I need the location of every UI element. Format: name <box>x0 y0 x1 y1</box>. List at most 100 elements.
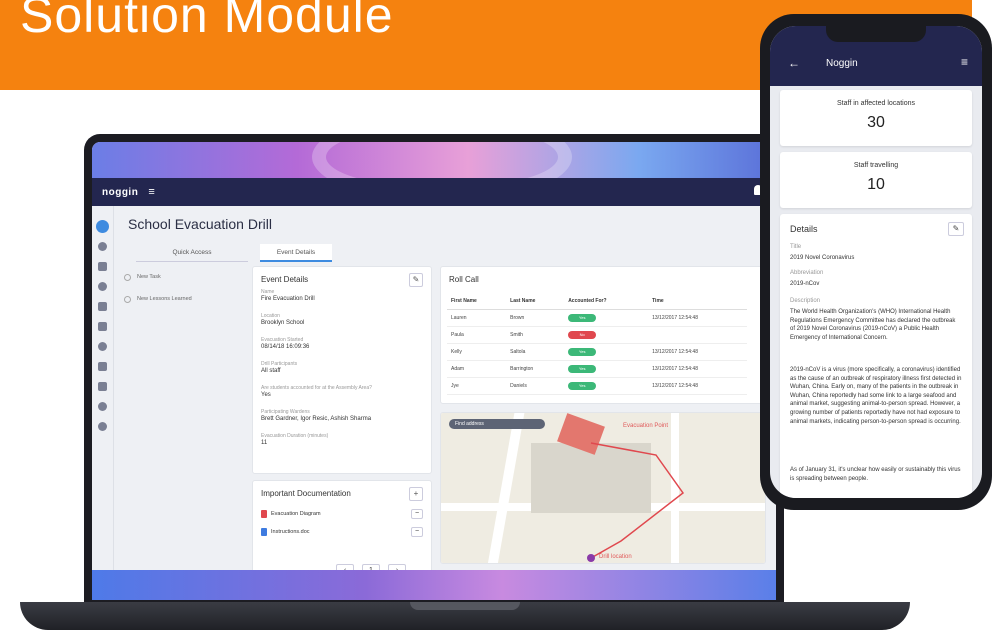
status-badge[interactable]: Yes <box>568 364 597 373</box>
remove-icon[interactable]: − <box>411 509 423 519</box>
hero-banner <box>92 142 776 202</box>
list-item[interactable]: New Lessons Learned <box>124 288 248 310</box>
doc-file-icon <box>261 528 267 536</box>
time: 13/12/2017 12:54:48 <box>648 377 747 395</box>
evacuation-point-label: Evacuation Point <box>623 423 669 429</box>
quick-access-label: New Task <box>137 274 161 280</box>
field-value: 08/14/18 16:09:36 <box>261 344 310 350</box>
main-content: School Evacuation Drill Quick Access Eve… <box>114 206 776 586</box>
remove-icon[interactable]: − <box>411 527 423 537</box>
field-label: Description <box>790 298 821 304</box>
field: Are students accounted for at the Assemb… <box>261 385 421 398</box>
hamburger-menu-icon[interactable]: ≡ <box>961 55 968 69</box>
field: Location Brooklyn School <box>261 313 421 326</box>
back-arrow-icon[interactable]: ← <box>788 56 800 70</box>
add-icon[interactable]: + <box>409 487 423 501</box>
document-row[interactable]: Instructions.doc <box>261 525 431 539</box>
edit-pencil-icon[interactable]: ✎ <box>409 273 423 287</box>
table-row[interactable]: Kelly Saltola Yes 13/12/2017 12:54:48 <box>447 343 747 361</box>
column-header[interactable]: Time <box>648 293 747 310</box>
card-title: Details <box>790 224 818 234</box>
page-title: School Evacuation Drill <box>128 216 272 232</box>
pdf-file-icon <box>261 510 267 518</box>
description-paragraph: 2019-nCoV is a virus (more specifically,… <box>790 367 962 425</box>
field: Drill Participants All staff <box>261 361 421 374</box>
phone-notch <box>826 26 926 42</box>
map-view[interactable]: Find address Evacuation Point Drill loca… <box>441 413 765 563</box>
clock-icon[interactable] <box>98 242 107 251</box>
time: 13/12/2017 12:54:48 <box>648 309 747 327</box>
document-icon[interactable] <box>98 362 107 371</box>
time <box>648 326 747 344</box>
inbox-icon[interactable] <box>98 382 107 391</box>
field-label: Evacuation Started <box>261 337 304 343</box>
column-header[interactable]: First Name <box>447 293 507 310</box>
first-name: Adam <box>447 360 507 378</box>
list-item[interactable]: New Task <box>124 266 248 288</box>
field-value: 11 <box>261 440 268 446</box>
table-row[interactable]: Jye Daniels Yes 13/12/2017 12:54:48 <box>447 377 747 395</box>
find-address-input[interactable]: Find address <box>449 419 545 429</box>
status-badge[interactable]: Yes <box>568 381 597 390</box>
event-details-card: Event Details ✎ Name Fire Evacuation Dril… <box>252 266 432 474</box>
checklist-icon[interactable] <box>98 302 107 311</box>
table-row[interactable]: Lauren Brown Yes 13/12/2017 12:54:48 <box>447 309 747 327</box>
description-paragraph: As of January 31, it's unclear how easil… <box>790 467 961 482</box>
laptop-notch <box>410 602 520 610</box>
first-name: Paula <box>447 326 507 344</box>
globe-icon[interactable] <box>98 282 107 291</box>
field-value: Fire Evacuation Drill <box>261 296 315 302</box>
hamburger-menu-icon[interactable]: ≡ <box>148 186 154 198</box>
last-name: Smith <box>506 326 565 344</box>
gear-icon[interactable] <box>98 422 107 431</box>
field-value: 2019-nCov <box>790 281 820 287</box>
quick-access-list: New Task New Lessons Learned <box>124 266 248 310</box>
table-row[interactable]: Paula Smith No <box>447 326 747 344</box>
field-label: Participating Wardens <box>261 409 310 415</box>
map-card[interactable]: Find address Evacuation Point Drill loca… <box>440 412 766 564</box>
field: Evacuation Started 08/14/18 16:09:36 <box>261 337 421 350</box>
first-name: Kelly <box>447 343 507 361</box>
stat-value: 10 <box>867 176 885 193</box>
table-header: First Name Last Name Accounted For? Time <box>447 293 747 310</box>
decorative-footer-band <box>92 570 776 600</box>
radio-icon <box>124 273 131 281</box>
phone-screen: ← Noggin ≡ Staff in affected locations 3… <box>770 26 982 498</box>
shield-icon[interactable] <box>98 342 107 351</box>
card-title: Event Details <box>261 275 309 284</box>
people-icon[interactable] <box>98 322 107 331</box>
last-name: Brown <box>506 309 565 327</box>
history-icon[interactable] <box>98 402 107 411</box>
phone-title: Noggin <box>826 58 858 69</box>
field-label: Are students accounted for at the Assemb… <box>261 385 372 391</box>
last-name: Daniels <box>506 377 565 395</box>
column-header[interactable]: Last Name <box>506 293 565 310</box>
tab-event-details[interactable]: Event Details <box>260 244 332 262</box>
drill-location-label: Drill location <box>599 554 632 560</box>
roll-call-card: Roll Call First Name Last Name Accounted… <box>440 266 766 404</box>
chart-icon[interactable] <box>98 262 107 271</box>
details-card: Details ✎ Title 2019 Novel Coronavirus A… <box>780 214 972 498</box>
table-row[interactable]: Adam Barrington Yes 13/12/2017 12:54:48 <box>447 360 747 378</box>
field-label: Abbreviation <box>790 270 824 276</box>
add-icon[interactable] <box>96 220 109 233</box>
noggin-logo[interactable]: noggin <box>102 187 138 198</box>
field-label: Title <box>790 244 802 250</box>
last-name: Saltola <box>506 343 565 361</box>
edit-pencil-icon[interactable]: ✎ <box>948 222 964 236</box>
banner-title: Solution Module <box>20 0 394 43</box>
time: 13/12/2017 12:54:48 <box>648 343 747 361</box>
status-badge[interactable]: Yes <box>568 313 597 322</box>
status-badge[interactable]: No <box>568 330 597 339</box>
tab-quick-access[interactable]: Quick Access <box>136 244 248 262</box>
field-value: The World Health Organization's (WHO) In… <box>790 309 956 341</box>
first-name: Lauren <box>447 309 507 327</box>
field-label: Drill Participants <box>261 361 298 367</box>
side-navigation <box>92 206 114 586</box>
field-label: Evacuation Duration (minutes) <box>261 433 329 439</box>
document-row[interactable]: Evacuation Diagram <box>261 507 431 521</box>
field-label: Name <box>261 289 275 295</box>
status-badge[interactable]: Yes <box>568 347 597 356</box>
stat-label: Staff travelling <box>853 162 899 169</box>
column-header[interactable]: Accounted For? <box>564 293 649 310</box>
